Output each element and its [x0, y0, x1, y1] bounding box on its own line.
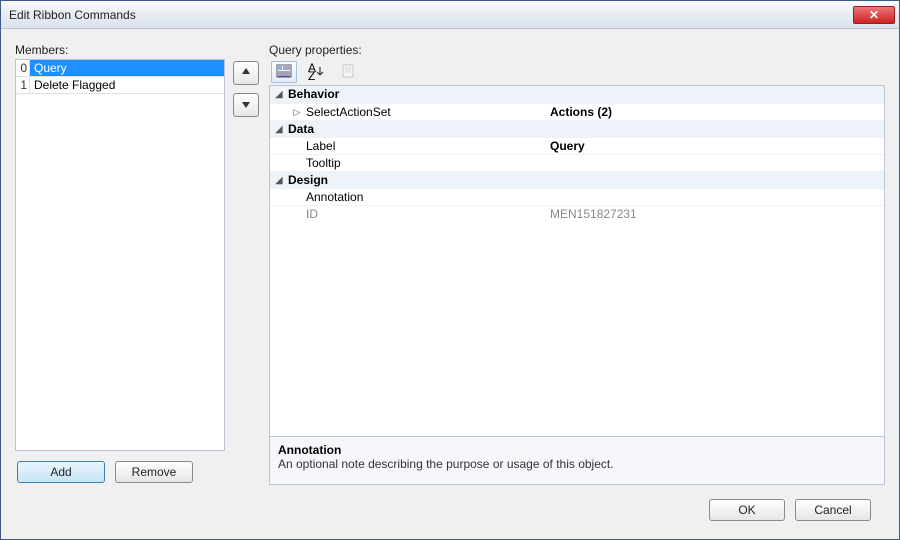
dialog-footer: OK Cancel	[15, 489, 885, 535]
ok-button[interactable]: OK	[709, 499, 785, 521]
list-index: 1	[16, 77, 30, 94]
cancel-button[interactable]: Cancel	[795, 499, 871, 521]
arrow-up-icon	[241, 66, 251, 80]
remove-button[interactable]: Remove	[115, 461, 193, 483]
move-down-button[interactable]	[233, 93, 259, 117]
move-up-button[interactable]	[233, 61, 259, 85]
property-row-tooltip[interactable]: Tooltip	[270, 154, 884, 171]
description-text: An optional note describing the purpose …	[278, 457, 876, 471]
property-grid[interactable]: ◢Behavior ▷SelectActionSet Actions (2) ◢…	[270, 86, 884, 436]
close-icon: ✕	[869, 8, 879, 22]
property-description: Annotation An optional note describing t…	[270, 436, 884, 484]
members-panel: Members: 0 Query 1 Delete Flagged Add Re…	[15, 43, 225, 485]
dialog-window: Edit Ribbon Commands ✕ Members: 0 Query …	[0, 0, 900, 540]
collapse-icon[interactable]: ◢	[274, 172, 284, 189]
category-row-data[interactable]: ◢Data	[270, 120, 884, 137]
property-pages-button	[335, 61, 361, 83]
add-button[interactable]: Add	[17, 461, 105, 483]
reorder-buttons	[233, 43, 261, 485]
category-row-behavior[interactable]: ◢Behavior	[270, 86, 884, 103]
property-value: MEN151827231	[546, 206, 884, 222]
sort-az-icon: AZ	[308, 64, 324, 80]
property-value[interactable]: Actions (2)	[546, 104, 884, 120]
collapse-icon[interactable]: ◢	[274, 121, 284, 138]
arrow-down-icon	[241, 98, 251, 112]
description-title: Annotation	[278, 443, 876, 457]
categorized-view-button[interactable]	[271, 61, 297, 83]
members-buttons: Add Remove	[15, 451, 225, 485]
titlebar[interactable]: Edit Ribbon Commands ✕	[1, 1, 899, 29]
members-label: Members:	[15, 43, 225, 57]
category-row-design[interactable]: ◢Design	[270, 171, 884, 188]
window-title: Edit Ribbon Commands	[9, 8, 853, 22]
properties-panel: Query properties:	[269, 43, 885, 485]
collapse-icon[interactable]: ◢	[274, 86, 284, 103]
property-value[interactable]	[546, 189, 884, 205]
property-row-selectactionset[interactable]: ▷SelectActionSet Actions (2)	[270, 103, 884, 120]
dialog-body: Members: 0 Query 1 Delete Flagged Add Re…	[1, 29, 899, 539]
properties-label: Query properties:	[269, 43, 885, 57]
property-grid-toolbar: AZ	[269, 59, 885, 85]
property-row-label[interactable]: Label Query	[270, 137, 884, 154]
list-value: Query	[30, 60, 224, 77]
categorized-icon	[276, 64, 292, 81]
list-index: 0	[16, 60, 30, 77]
property-row-id: ID MEN151827231	[270, 205, 884, 222]
expand-icon[interactable]: ▷	[292, 104, 302, 121]
members-list[interactable]: 0 Query 1 Delete Flagged	[15, 59, 225, 451]
property-grid-container: ◢Behavior ▷SelectActionSet Actions (2) ◢…	[269, 85, 885, 485]
page-icon	[341, 64, 355, 81]
members-list-item[interactable]: 1 Delete Flagged	[16, 77, 224, 94]
property-row-annotation[interactable]: Annotation	[270, 188, 884, 205]
alphabetical-view-button[interactable]: AZ	[303, 61, 329, 83]
list-value: Delete Flagged	[30, 77, 224, 94]
members-list-item[interactable]: 0 Query	[16, 60, 224, 77]
property-value[interactable]: Query	[546, 138, 884, 154]
close-button[interactable]: ✕	[853, 6, 895, 24]
property-value[interactable]	[546, 155, 884, 171]
